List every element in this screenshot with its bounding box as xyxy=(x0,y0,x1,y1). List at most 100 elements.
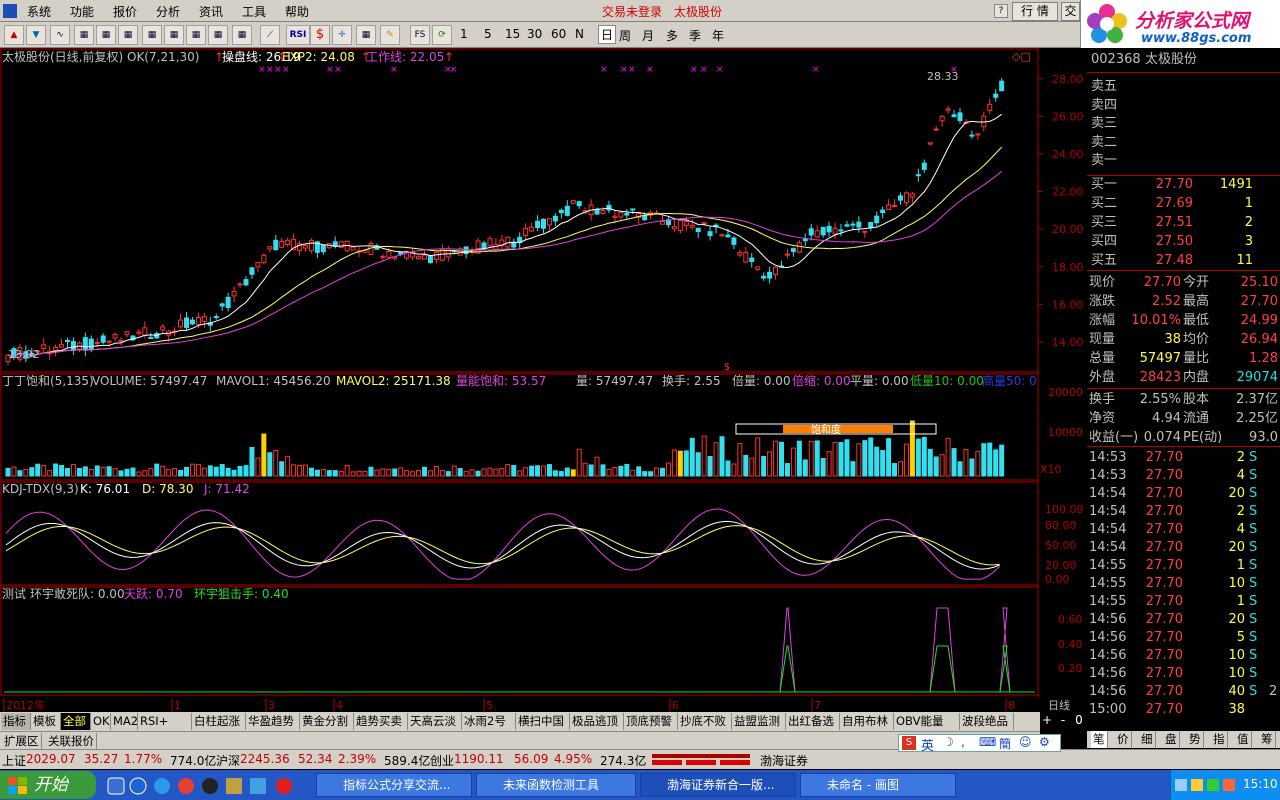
user-icon[interactable]: ☺ xyxy=(1019,735,1032,749)
indicator-tab-12[interactable]: 横扫中国 xyxy=(516,713,570,730)
text-icon[interactable]: ▦ xyxy=(232,25,252,45)
refresh-icon[interactable]: ⟳ xyxy=(432,25,452,45)
period-tab-2[interactable]: 月 xyxy=(642,27,654,44)
test-axis-label: 0.40 xyxy=(1058,638,1083,651)
menu-help[interactable]: 帮助 xyxy=(285,3,309,20)
moon-icon[interactable]: ☽ xyxy=(943,735,954,749)
keyboard-icon[interactable]: ⌨ xyxy=(979,735,996,749)
period-30[interactable]: 30 xyxy=(527,27,542,41)
chart-up-icon[interactable]: ▲ xyxy=(4,25,24,45)
quote-mode-button[interactable]: 行 情 xyxy=(1012,2,1058,21)
period-tab-1[interactable]: 周 xyxy=(619,27,631,44)
quote-tab-2[interactable]: 细 xyxy=(1139,731,1156,748)
volume-bar xyxy=(725,460,731,477)
quote-tab-6[interactable]: 值 xyxy=(1235,731,1252,748)
stock-name-link[interactable]: 太极股份 xyxy=(674,3,722,20)
indicator-tab-15[interactable]: 抄底不败 xyxy=(678,713,732,730)
menu-analysis[interactable]: 分析 xyxy=(156,3,180,20)
task-future-func[interactable]: 未来函数检测工具 xyxy=(476,773,636,797)
chart-down-icon[interactable]: ▼ xyxy=(26,25,46,45)
indicator-tab-20[interactable]: 波段绝品 xyxy=(960,713,1014,730)
indicator-tab-17[interactable]: 出红备选 xyxy=(786,713,840,730)
ime-toolbar[interactable]: S 英 ☽ , ⌨ 簡 ☺ ⚙ xyxy=(898,734,1061,754)
tab-scroll-2[interactable]: 0 xyxy=(1072,713,1086,727)
formula-icon[interactable]: ▦ xyxy=(208,25,228,45)
period-N[interactable]: N xyxy=(575,27,584,41)
period-tab-3[interactable]: 多 xyxy=(666,27,678,44)
menu-quote[interactable]: 报价 xyxy=(113,3,137,20)
f10-icon[interactable]: ▦ xyxy=(118,25,138,45)
period-tab-4[interactable]: 季 xyxy=(689,27,701,44)
quote-tab-7[interactable]: 筹 xyxy=(1259,731,1276,748)
grid-icon[interactable]: ▦ xyxy=(74,25,94,45)
table-icon[interactable]: ▦ xyxy=(96,25,116,45)
tab-extension[interactable]: 扩展区 xyxy=(2,733,42,750)
indicator-tab-6[interactable]: 白柱起涨 xyxy=(192,713,246,730)
calc-icon[interactable]: ▦ xyxy=(164,25,184,45)
tab-scroll-0[interactable]: + xyxy=(1040,713,1054,727)
period-60[interactable]: 60 xyxy=(551,27,566,41)
indicator-tab-9[interactable]: 趋势买卖 xyxy=(354,713,408,730)
tab-scroll-1[interactable]: - xyxy=(1056,713,1070,727)
indicator-tab-2[interactable]: 全部 xyxy=(61,713,91,730)
volume-bar xyxy=(433,465,439,477)
news-icon[interactable]: ▦ xyxy=(142,25,162,45)
menu-system[interactable]: 系统 xyxy=(27,3,51,20)
indicator-tab-19[interactable]: OBV能量 xyxy=(894,713,960,730)
line-chart-icon[interactable]: ∿ xyxy=(50,25,70,45)
vol-amount: 量: 57497.47 xyxy=(576,374,653,388)
menu-function[interactable]: 功能 xyxy=(70,3,94,20)
indicator-tab-14[interactable]: 顶底预警 xyxy=(624,713,678,730)
stat-value2-0: 25.10 xyxy=(1240,275,1278,290)
f10b-icon[interactable]: ▦ xyxy=(186,25,206,45)
zoom-icon[interactable]: ▦ xyxy=(356,25,376,45)
quote-tab-4[interactable]: 势 xyxy=(1187,731,1204,748)
fs-icon[interactable]: FS xyxy=(410,25,430,45)
ime-mode-label[interactable]: 英 xyxy=(921,735,934,754)
simplified-icon[interactable]: 簡 xyxy=(999,735,1011,752)
indicator-tab-18[interactable]: 自用布林 xyxy=(840,713,894,730)
crosshair-icon[interactable]: ✛ xyxy=(332,25,352,45)
indicator-tab-8[interactable]: 黄金分割 xyxy=(300,713,354,730)
indicator-tab-10[interactable]: 天高云淡 xyxy=(408,713,462,730)
indicator-tab-7[interactable]: 华盈趋势 xyxy=(246,713,300,730)
indicator-tab-0[interactable]: 指标 xyxy=(1,713,31,730)
tick-time: 14:54 xyxy=(1089,540,1127,555)
period-tab-5[interactable]: 年 xyxy=(712,27,724,44)
indicator-tab-11[interactable]: 冰雨2号 xyxy=(462,713,516,730)
pen-icon[interactable]: ✎ xyxy=(380,25,400,45)
period-5[interactable]: 5 xyxy=(484,27,492,41)
quote-tab-1[interactable]: 价 xyxy=(1115,731,1132,748)
wrench-icon[interactable]: ⚙ xyxy=(1039,735,1050,749)
task-formula-share[interactable]: 指标公式分享交流... xyxy=(316,773,472,797)
quote-tab-0[interactable]: 笔 xyxy=(1091,731,1108,748)
app-icon[interactable] xyxy=(3,4,17,18)
period-1[interactable]: 1 xyxy=(460,27,468,41)
period-15[interactable]: 15 xyxy=(505,27,520,41)
menu-tools[interactable]: 工具 xyxy=(242,3,266,20)
task-paint[interactable]: 未命名 - 画图 xyxy=(800,773,956,797)
indicator-tab-1[interactable]: 模板 xyxy=(31,713,61,730)
indicator-tab-16[interactable]: 益盟监测 xyxy=(732,713,786,730)
period-tab-0[interactable]: 日 xyxy=(598,25,617,44)
rsi-icon[interactable]: RSI xyxy=(286,25,310,45)
volume-bar xyxy=(130,467,136,477)
candle-body xyxy=(106,340,112,343)
task-bohai[interactable]: 渤海证券新合一版... xyxy=(640,773,796,797)
indicator-tab-5[interactable]: RSI+ xyxy=(138,713,192,730)
draw-line-icon[interactable]: ⟋ xyxy=(260,25,280,45)
indicator-tab-4[interactable]: MA2 xyxy=(111,713,138,730)
kline-chart-area[interactable]: 太极股份(日线,前复权) OK(7,21,30) 操盘线: 26.19EXP2: … xyxy=(0,48,1087,712)
comma-icon[interactable]: , xyxy=(961,735,965,749)
dollar-icon[interactable]: $ xyxy=(310,25,330,45)
indicator-tab-3[interactable]: OK xyxy=(91,713,111,730)
quote-tab-3[interactable]: 盘 xyxy=(1163,731,1180,748)
help-icon[interactable]: ? xyxy=(994,4,1008,18)
quote-tab-5[interactable]: 指 xyxy=(1211,731,1228,748)
indicator-tab-13[interactable]: 极品逃顶 xyxy=(570,713,624,730)
tab-related-quote[interactable]: 关联报价 xyxy=(46,733,97,750)
trade-login-link[interactable]: 交易未登录 xyxy=(602,3,662,20)
menu-news[interactable]: 资讯 xyxy=(199,3,223,20)
trade-mode-button[interactable]: 交 xyxy=(1061,2,1080,21)
signal-mark: × xyxy=(812,65,820,75)
